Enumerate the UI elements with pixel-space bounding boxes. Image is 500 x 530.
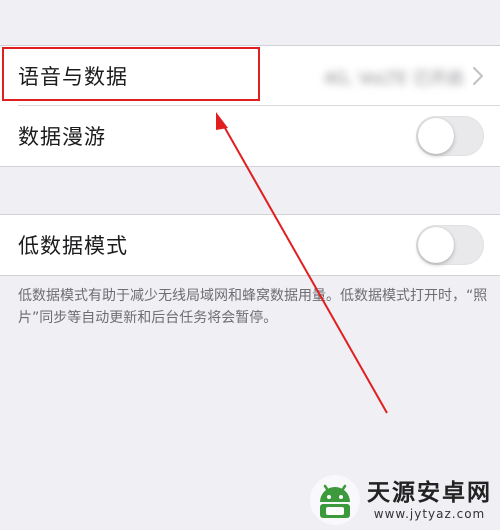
data-roaming-row: 数据漫游 [0, 106, 500, 166]
low-data-mode-description: 低数据模式有助于减少无线局域网和蜂窝数据用量。低数据模式打开时，“照片”同步等自… [18, 288, 488, 326]
watermark-title: 天源安卓网 [367, 480, 492, 506]
voice-data-value: 4G, VoLTE 已开启 [323, 68, 464, 89]
watermark-text: 天源安卓网 www.jytyaz.com [367, 479, 492, 521]
voice-data-row[interactable]: 语音与数据 4G, VoLTE 已开启 [0, 46, 500, 106]
low-data-mode-group: 低数据模式 [0, 214, 500, 276]
toggle-knob [418, 227, 454, 263]
toggle-knob [418, 118, 454, 154]
voice-data-label: 语音与数据 [18, 65, 128, 89]
android-logo-icon [310, 475, 360, 525]
low-data-mode-label: 低数据模式 [18, 234, 128, 258]
watermark-url: www.jytyaz.com [373, 507, 486, 521]
low-data-mode-row: 低数据模式 [0, 215, 500, 275]
site-watermark: 天源安卓网 www.jytyaz.com [309, 474, 492, 526]
data-roaming-label: 数据漫游 [18, 125, 106, 149]
cellular-settings-group: 语音与数据 4G, VoLTE 已开启 数据漫游 [0, 45, 500, 167]
data-roaming-toggle[interactable] [416, 116, 484, 156]
low-data-mode-toggle[interactable] [416, 225, 484, 265]
chevron-right-icon [472, 66, 484, 86]
